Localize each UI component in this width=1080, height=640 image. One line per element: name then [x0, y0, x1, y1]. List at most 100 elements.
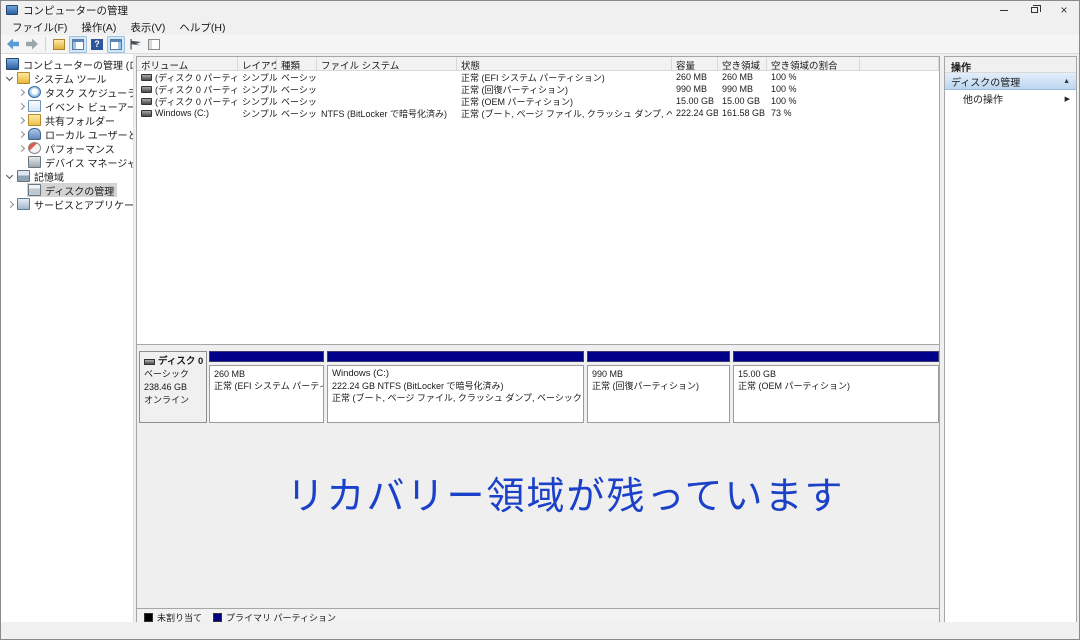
- expand-arrow-icon[interactable]: [16, 101, 27, 112]
- partition-volume-name: Windows (C:): [332, 368, 390, 379]
- tree-item-label: ローカル ユーザーとグループ: [45, 130, 133, 142]
- actions-group-label: ディスクの管理: [951, 77, 1021, 89]
- close-button[interactable]: ×: [1049, 1, 1079, 19]
- menu-help[interactable]: ヘルプ(H): [172, 19, 232, 36]
- partition-windows-c[interactable]: Windows (C:) 222.24 GB NTFS (BitLocker で暗…: [327, 351, 584, 423]
- primary-partition-bar: [587, 351, 730, 362]
- column-header-col-type[interactable]: 種類: [277, 57, 317, 70]
- restore-button[interactable]: [1019, 1, 1049, 19]
- minimize-button[interactable]: [989, 1, 1019, 19]
- expand-arrow-icon[interactable]: [5, 199, 16, 210]
- flag-icon: [130, 38, 141, 50]
- tree-item-performance[interactable]: パフォーマンス: [1, 141, 133, 156]
- cell-col-type: ベーシック: [281, 108, 317, 119]
- toolbar-button-back-icon[interactable]: [4, 36, 22, 53]
- disk-status: オンライン: [144, 395, 190, 405]
- partition-info: 990 MB 正常 (回復パーティション): [587, 365, 730, 423]
- volume-row-partition1[interactable]: (ディスク 0 パーティション 1)シンプルベーシック正常 (EFI システム …: [137, 71, 939, 83]
- task-scheduler-icon: [28, 86, 41, 98]
- collapse-arrow-icon[interactable]: [5, 73, 16, 84]
- toolbar-button-export-list-icon[interactable]: [50, 36, 68, 53]
- expand-arrow-icon[interactable]: [16, 115, 27, 126]
- actions-pane: 操作 ディスクの管理 ▲ 他の操作 ▶: [944, 56, 1077, 626]
- column-header-col-free-pct[interactable]: 空き領域の割合: [767, 57, 860, 70]
- tree-node: ディスクの管理: [27, 183, 118, 198]
- partition-info: Windows (C:) 222.24 GB NTFS (BitLocker で暗…: [327, 365, 584, 423]
- actions-group-disk-management[interactable]: ディスクの管理 ▲: [945, 73, 1076, 90]
- cell-col-capacity: 222.24 GB: [676, 108, 718, 118]
- cell-col-free-pct: 100 %: [771, 72, 797, 82]
- tree-item-device-manager[interactable]: デバイス マネージャー: [1, 155, 133, 170]
- menu-action[interactable]: 操作(A): [74, 19, 123, 36]
- menu-file[interactable]: ファイル(F): [5, 19, 74, 36]
- partition-size: 222.24 GB NTFS (BitLocker で暗号化済み): [332, 381, 504, 391]
- tree-item-shared-folders[interactable]: 共有フォルダー: [1, 113, 133, 128]
- actions-body: 他の操作 ▶: [945, 90, 1076, 625]
- menu-view[interactable]: 表示(V): [123, 19, 172, 36]
- column-header-col-free[interactable]: 空き領域: [718, 57, 767, 70]
- toolbar-button-help-icon[interactable]: [88, 36, 106, 53]
- partition-oem[interactable]: 15.00 GB 正常 (OEM パーティション): [733, 351, 939, 423]
- toolbar-button-show-action-pane-icon[interactable]: [107, 35, 125, 53]
- event-viewer-icon: [28, 100, 41, 112]
- storage-icon: [17, 170, 30, 182]
- disk0-label[interactable]: ディスク 0 ベーシック 238.46 GB オンライン: [139, 351, 207, 423]
- tree-item-local-users-groups[interactable]: ローカル ユーザーとグループ: [1, 127, 133, 142]
- expand-arrow-icon[interactable]: [16, 143, 27, 154]
- disk-name: ディスク 0: [158, 356, 204, 367]
- cell-col-free: 161.58 GB: [722, 108, 766, 118]
- toolbar-button-forward-icon[interactable]: [23, 36, 41, 53]
- volume-rows: (ディスク 0 パーティション 1)シンプルベーシック正常 (EFI システム …: [137, 71, 939, 119]
- more-actions-item[interactable]: 他の操作 ▶: [945, 90, 1076, 107]
- toolbar-button-flag-icon[interactable]: [126, 36, 144, 53]
- column-header-col-layout[interactable]: レイアウト: [238, 57, 277, 70]
- column-header-col-capacity[interactable]: 容量: [672, 57, 718, 70]
- cell-col-layout: シンプル: [242, 108, 277, 119]
- cell-col-capacity: 260 MB: [676, 72, 708, 82]
- expand-arrow-icon[interactable]: [16, 87, 27, 98]
- tree-item-disk-management[interactable]: ディスクの管理: [1, 183, 133, 198]
- cell-col-free-pct: 73 %: [771, 108, 792, 118]
- tree-item-services-apps[interactable]: サービスとアプリケーション: [1, 197, 133, 212]
- disk-size: 238.46 GB: [144, 382, 188, 392]
- column-header-col-filesystem[interactable]: ファイル システム: [317, 57, 457, 70]
- partition-size: 15.00 GB: [738, 369, 777, 379]
- system-tools-icon: [17, 72, 30, 84]
- tree-item-label: システム ツール: [34, 74, 107, 86]
- collapse-arrow-icon[interactable]: ▲: [1063, 78, 1070, 85]
- volume-row-partition4[interactable]: (ディスク 0 パーティション 4)シンプルベーシック正常 (回復パーティション…: [137, 83, 939, 95]
- partition-recovery[interactable]: 990 MB 正常 (回復パーティション): [587, 351, 730, 423]
- app-icon: [6, 5, 18, 15]
- annotation-text: リカバリー領域が残っています: [286, 476, 845, 518]
- tree-item-system-tools[interactable]: システム ツール: [1, 71, 133, 86]
- toolbar-button-panel-icon[interactable]: [145, 36, 163, 53]
- partition-info: 260 MB 正常 (EFI システム パーティション): [209, 365, 324, 423]
- toolbar-separator: [45, 37, 46, 51]
- partition-status: 正常 (回復パーティション): [592, 381, 699, 391]
- restore-icon: [1030, 5, 1041, 13]
- toolbar-button-show-console-tree-icon[interactable]: [69, 35, 87, 53]
- shared-folder-icon: [28, 114, 41, 126]
- tree-item-event-viewer[interactable]: イベント ビューアー: [1, 99, 133, 114]
- column-header-col-status[interactable]: 状態: [457, 57, 672, 70]
- tree-node: 共有フォルダー: [27, 113, 118, 128]
- arrow-spacer: [16, 157, 27, 168]
- tree-item-label: デバイス マネージャー: [45, 158, 133, 170]
- tree-item-label: パフォーマンス: [45, 144, 115, 156]
- tree-item-root[interactable]: コンピューターの管理 (ローカル): [1, 57, 133, 72]
- partition-efi[interactable]: 260 MB 正常 (EFI システム パーティション): [209, 351, 324, 423]
- column-header-col-volume[interactable]: ボリューム: [137, 57, 238, 70]
- device-manager-icon: [28, 156, 41, 168]
- toolbar: [1, 35, 1079, 54]
- expand-arrow-icon[interactable]: [16, 129, 27, 140]
- cell-col-filesystem: NTFS (BitLocker で暗号化済み): [321, 108, 448, 119]
- volume-row-partition5[interactable]: (ディスク 0 パーティション 5)シンプルベーシック正常 (OEM パーティシ…: [137, 95, 939, 107]
- volume-row-windows-c[interactable]: Windows (C:) シンプルベーシック NTFS (BitLocker で暗号…: [137, 107, 939, 119]
- tree-item-task-scheduler[interactable]: タスク スケジューラ: [1, 85, 133, 100]
- show-console-tree-icon: [72, 38, 84, 50]
- performance-icon: [28, 142, 41, 154]
- tree-item-label: ディスクの管理: [45, 186, 115, 198]
- tree-item-storage[interactable]: 記憶域: [1, 169, 133, 184]
- tree-node: デバイス マネージャー: [27, 155, 133, 170]
- collapse-arrow-icon[interactable]: [5, 171, 16, 182]
